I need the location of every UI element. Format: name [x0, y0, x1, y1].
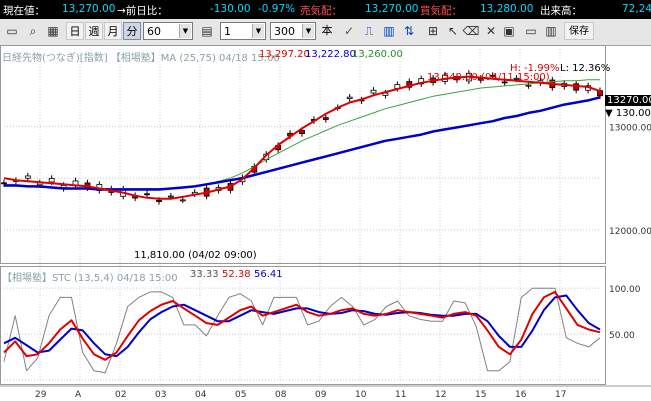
time-tick-label: 02: [115, 390, 126, 400]
bars-icon[interactable]: ▥: [380, 22, 398, 40]
time-tick-label: 11: [395, 390, 406, 400]
time-tick-label: 12: [435, 390, 446, 400]
time-tick-label: 17: [555, 390, 566, 400]
count-select[interactable]: 300 ▼: [270, 22, 316, 40]
cursor-icon[interactable]: ↖: [444, 22, 462, 40]
chart-area[interactable]: 12000.00 13000.00 50.00 100.00 29 A 02 03 04 05 08…: [0, 45, 651, 401]
layout-icon[interactable]: ▥: [542, 22, 560, 40]
change-value: -130.00: [210, 3, 251, 15]
time-tick-label: 16: [515, 390, 527, 400]
chevron-down-icon: ▼: [252, 24, 264, 38]
stc-k-line: [3, 290, 601, 361]
low-annotation: 11,810.00 (04/02 09:00): [134, 250, 257, 261]
candle-body: [24, 175, 31, 179]
time-tick-label: 03: [155, 390, 166, 400]
candle-body: [167, 195, 174, 198]
ma-value-3: 13,260.00: [352, 49, 403, 60]
prev-change-label: →前日比：: [117, 5, 168, 17]
time-tick-label: A: [75, 390, 82, 400]
minute-button[interactable]: 分: [123, 22, 141, 40]
trend-tool-icon[interactable]: ✓: [340, 22, 358, 40]
candle-body: [299, 130, 305, 134]
chevron-down-icon: ▼: [302, 24, 314, 38]
candle-body: [48, 178, 55, 183]
ma-value-2: 13,222.80: [305, 49, 356, 60]
quote-bar: 現在値： 13,270.00 →前日比： -130.00 -0.97% 売気配：…: [0, 0, 651, 19]
n-select[interactable]: 1 ▼: [220, 22, 266, 40]
candle-body: [322, 117, 329, 120]
stc-d-line: [3, 294, 601, 358]
toolbar: ▭ ⌕ ▦ 日 週 月 分 60 ▼ ▤ 1 ▼ 300 ▼ 本 ✓ ⎍ ▥ ⇅ ⊞ …: [0, 19, 651, 46]
time-tick-label: 29: [35, 390, 47, 400]
month-button[interactable]: 月: [104, 22, 122, 40]
candle-body: [156, 199, 162, 202]
stc-header-label: 【相場塾】STC (13,5,4) 04/18 15:00: [2, 273, 178, 284]
eraser-icon[interactable]: ⌫: [462, 22, 480, 40]
time-tick-label: 15: [475, 390, 486, 400]
window-icon[interactable]: ▭: [522, 22, 540, 40]
candle-body: [144, 193, 150, 196]
table-icon[interactable]: ⊞: [424, 22, 442, 40]
stc-value-2: 52.38: [222, 269, 251, 280]
change-pct-value: -0.97%: [258, 3, 296, 15]
time-tick-label: 04: [195, 390, 207, 400]
price-chart[interactable]: 12000.00 13000.00 50.00 100.00 29 A 02 03 04 05 08…: [0, 45, 651, 401]
candle-body: [525, 84, 532, 87]
price-change-tag: ▼ 130.00: [605, 108, 651, 119]
stc-tick-label: 50.00: [609, 331, 635, 341]
calendar-icon[interactable]: ▤: [198, 22, 216, 40]
time-tick-label: 08: [275, 390, 287, 400]
ma-long-line: [4, 96, 601, 191]
day-button[interactable]: 日: [66, 22, 84, 40]
close-icon[interactable]: ✕: [482, 22, 500, 40]
grid-icon[interactable]: ▦: [44, 22, 62, 40]
price-tick-label: 12000.00: [609, 227, 651, 237]
bid-value: 13,280.00: [480, 3, 534, 15]
stc-raw-line: [3, 287, 601, 374]
time-tick-label: 09: [315, 390, 327, 400]
stc-tick-label: 100.00: [609, 285, 641, 295]
bid-label: 買気配：: [420, 5, 462, 17]
volume-value: 72,24: [622, 3, 651, 15]
current-price-value: 13,270.00: [62, 3, 116, 15]
candle-body: [179, 199, 186, 202]
high-annotation: 13,540.00 (04/11 15:00): [427, 72, 550, 83]
minute-select-value: 60: [147, 25, 161, 38]
ma-value-1: 13,297.20: [259, 49, 310, 60]
ask-value: 13,270.00: [365, 3, 419, 15]
low-pct: L: 12.36%: [560, 63, 611, 74]
disk-icon[interactable]: ▣: [500, 22, 518, 40]
main-header-label: 日経先物(つなぎ)[指数] 【相場塾】MA (25,75) 04/18 15:0…: [2, 53, 280, 64]
price-tick-label: 13000.00: [609, 123, 651, 133]
arrows-icon[interactable]: ⇅: [400, 22, 418, 40]
chevron-down-icon: ▼: [179, 24, 191, 38]
ma-short-line: [3, 75, 601, 200]
n-select-value: 1: [224, 25, 231, 38]
save-button[interactable]: 保存: [564, 22, 594, 40]
count-select-value: 300: [274, 25, 295, 38]
stc-value-1: 33.33: [190, 269, 219, 280]
week-button[interactable]: 週: [85, 22, 103, 40]
minute-select[interactable]: 60 ▼: [143, 22, 193, 40]
candle-icon[interactable]: ⎍: [360, 22, 378, 40]
price-tag: 13270.00: [605, 95, 651, 106]
time-tick-label: 10: [355, 390, 367, 400]
candle-body: [1, 182, 7, 185]
time-tick-label: 05: [235, 390, 246, 400]
candle-body: [370, 89, 377, 94]
zoom-icon[interactable]: ⌕: [24, 22, 42, 40]
volume-label: 出来高：: [540, 5, 582, 17]
current-price-label: 現在値：: [3, 5, 45, 17]
candle-body: [346, 96, 353, 99]
book-label: 本: [321, 24, 333, 37]
stc-value-3: 56.41: [254, 269, 283, 280]
ask-label: 売気配：: [300, 5, 342, 17]
print-icon[interactable]: ▭: [3, 22, 21, 40]
